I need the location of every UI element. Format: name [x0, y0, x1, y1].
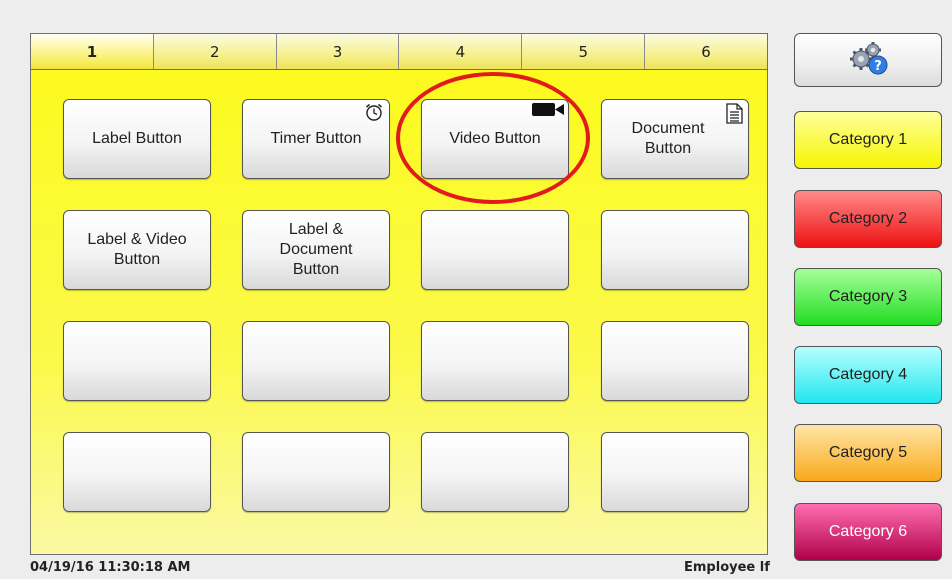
empty-grid-button[interactable]	[421, 210, 569, 290]
label-video-button[interactable]: Label & Video Button	[63, 210, 211, 290]
button-label: Timer Button	[270, 130, 362, 147]
svg-text:?: ?	[874, 59, 882, 74]
app-window: 1 2 3 4 5 6 Label Button Timer Button Vi…	[0, 0, 952, 579]
category-4-button[interactable]: Category 4	[794, 346, 942, 404]
category-label: Category 5	[828, 444, 908, 461]
button-label: Label Button	[92, 130, 182, 147]
timer-button[interactable]: Timer Button	[242, 99, 390, 179]
empty-grid-button[interactable]	[601, 210, 749, 290]
empty-grid-button[interactable]	[601, 321, 749, 401]
category-5-button[interactable]: Category 5	[794, 424, 942, 482]
empty-grid-button[interactable]	[63, 432, 211, 512]
status-user: Employee lf	[684, 560, 770, 575]
settings-help-button[interactable]: ?	[794, 33, 942, 87]
empty-grid-button[interactable]	[601, 432, 749, 512]
category-label: Category 3	[828, 288, 908, 305]
empty-grid-button[interactable]	[421, 321, 569, 401]
category-label: Category 2	[828, 210, 908, 227]
label-document-button[interactable]: Label & Document Button	[242, 210, 390, 290]
document-button[interactable]: Document Button	[601, 99, 749, 179]
video-camera-icon	[532, 102, 564, 122]
button-grid-panel: Label Button Timer Button Video Button D…	[30, 69, 768, 555]
alarm-clock-icon	[364, 102, 384, 128]
button-label: Label & Document Button	[279, 221, 353, 278]
tab-6[interactable]: 6	[645, 34, 767, 69]
label-button[interactable]: Label Button	[63, 99, 211, 179]
category-label: Category 4	[828, 366, 908, 383]
empty-grid-button[interactable]	[242, 321, 390, 401]
tab-1[interactable]: 1	[31, 34, 154, 69]
empty-grid-button[interactable]	[421, 432, 569, 512]
page-tabs: 1 2 3 4 5 6	[30, 33, 768, 69]
button-label: Label & Video Button	[87, 231, 187, 268]
tab-2[interactable]: 2	[154, 34, 277, 69]
category-2-button[interactable]: Category 2	[794, 190, 942, 248]
category-3-button[interactable]: Category 3	[794, 268, 942, 326]
status-datetime: 04/19/16 11:30:18 AM	[30, 560, 191, 575]
category-1-button[interactable]: Category 1	[794, 111, 942, 169]
tab-5[interactable]: 5	[522, 34, 646, 69]
tab-3[interactable]: 3	[277, 34, 400, 69]
settings-help-icon: ?	[847, 41, 889, 79]
document-icon	[726, 103, 743, 130]
category-label: Category 6	[828, 523, 908, 540]
empty-grid-button[interactable]	[242, 432, 390, 512]
tab-4[interactable]: 4	[399, 34, 523, 69]
button-label: Document Button	[631, 120, 705, 157]
video-button[interactable]: Video Button	[421, 99, 569, 179]
category-label: Category 1	[828, 131, 908, 148]
category-6-button[interactable]: Category 6	[794, 503, 942, 561]
empty-grid-button[interactable]	[63, 321, 211, 401]
button-label: Video Button	[449, 130, 541, 147]
